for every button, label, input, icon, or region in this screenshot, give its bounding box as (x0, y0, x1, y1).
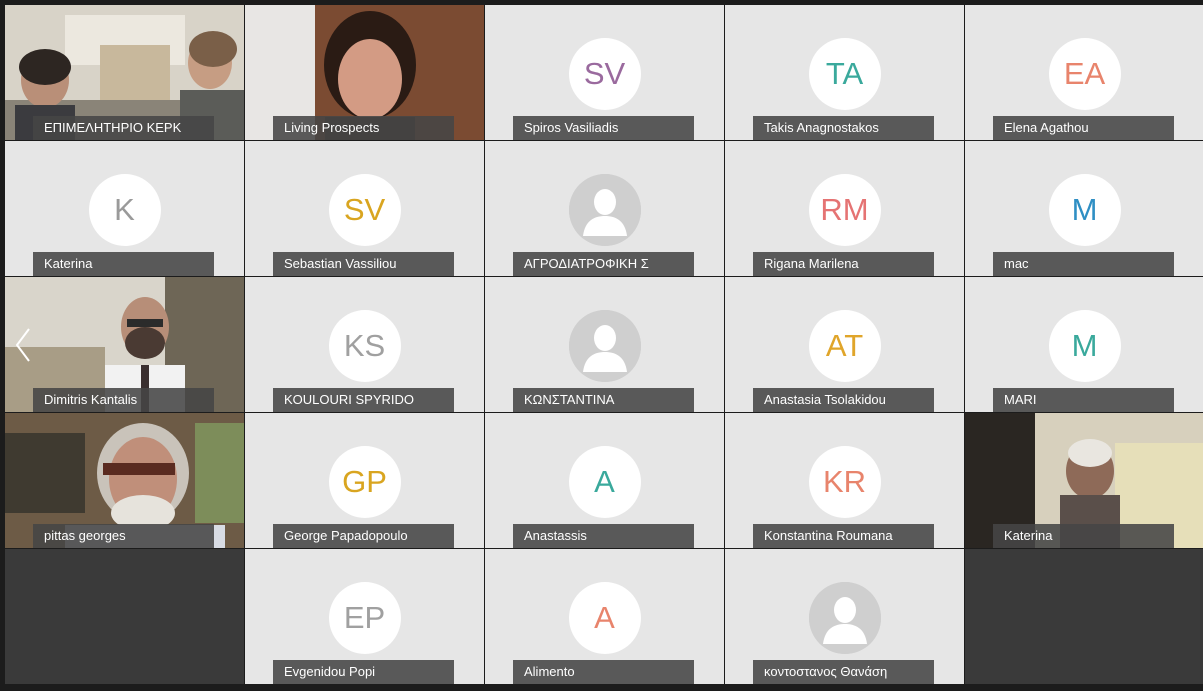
participant-name: MARI (993, 388, 1174, 412)
participant-name: pittas georges (33, 524, 214, 548)
participant-name: KOULOURI SPYRIDO (273, 388, 454, 412)
participant-tile[interactable]: ΚΩΝΣΤΑΝΤΙΝΑ (485, 277, 724, 412)
participant-tile[interactable]: AT Anastasia Tsolakidou (725, 277, 964, 412)
participant-name: Evgenidou Popi (273, 660, 454, 684)
participant-tile[interactable]: EA Elena Agathou (965, 5, 1203, 140)
default-avatar (568, 310, 641, 382)
initials-avatar: EA (1048, 38, 1121, 110)
participant-name: ΕΠΙΜΕΛΗΤΗΡΙΟ ΚΕΡΚ (33, 116, 214, 140)
participant-tile[interactable]: Katerina (965, 413, 1203, 548)
default-avatar (808, 582, 881, 654)
initials-avatar: M (1048, 310, 1121, 382)
participant-name: Dimitris Kantalis (33, 388, 214, 412)
empty-tile (5, 549, 244, 684)
participant-name: George Papadopoulo (273, 524, 454, 548)
initials-avatar: KR (808, 446, 881, 518)
initials-avatar: A (568, 446, 641, 518)
initials-avatar: EP (328, 582, 401, 654)
participant-name: Sebastian Vassiliou (273, 252, 454, 276)
participant-name: mac (993, 252, 1174, 276)
participant-tile[interactable]: GP George Papadopoulo (245, 413, 484, 548)
participant-tile[interactable]: TA Takis Anagnostakos (725, 5, 964, 140)
participant-tile[interactable]: Mmac (965, 141, 1203, 276)
participant-name: Katerina (33, 252, 214, 276)
participant-tile[interactable]: Living Prospects (245, 5, 484, 140)
default-avatar-icon (568, 310, 641, 382)
participant-tile[interactable]: SV Spiros Vasiliadis (485, 5, 724, 140)
initials-avatar: RM (808, 174, 881, 246)
initials-avatar: SV (568, 38, 641, 110)
initials-avatar: GP (328, 446, 401, 518)
participant-tile[interactable]: M MARI (965, 277, 1203, 412)
participant-name: Alimento (513, 660, 694, 684)
participant-tile[interactable]: A Anastassis (485, 413, 724, 548)
initials-avatar: AT (808, 310, 881, 382)
default-avatar-icon (808, 582, 881, 654)
participant-tile[interactable]: ΑΓΡΟΔΙΑΤΡΟΦΙΚΗ Σ (485, 141, 724, 276)
participant-tile[interactable]: pittas georges (5, 413, 244, 548)
initials-avatar: KS (328, 310, 401, 382)
participant-tile[interactable]: RM Rigana Marilena (725, 141, 964, 276)
participant-name: Katerina (993, 524, 1174, 548)
participant-tile[interactable]: KS KOULOURI SPYRIDO (245, 277, 484, 412)
participant-name: ΚΩΝΣΤΑΝΤΙΝΑ (513, 388, 694, 412)
participant-tile[interactable]: κοντοστανος Θανάση (725, 549, 964, 684)
initials-avatar: TA (808, 38, 881, 110)
participant-name: Anastassis (513, 524, 694, 548)
participant-name: ΑΓΡΟΔΙΑΤΡΟΦΙΚΗ Σ (513, 252, 694, 276)
participant-tile[interactable]: A Alimento (485, 549, 724, 684)
participant-name: Living Prospects (273, 116, 454, 140)
participant-tile[interactable]: SV Sebastian Vassiliou (245, 141, 484, 276)
previous-page-arrow-icon[interactable] (13, 327, 33, 363)
participant-name: Spiros Vasiliadis (513, 116, 694, 140)
participant-name: Konstantina Roumana (753, 524, 934, 548)
default-avatar (568, 174, 641, 246)
participant-tile[interactable]: EP Evgenidou Popi (245, 549, 484, 684)
empty-tile (965, 549, 1203, 684)
participant-grid: ΕΠΙΜΕΛΗΤΗΡΙΟ ΚΕΡΚ Living Prospects SV Spiro… (5, 5, 1203, 691)
initials-avatar: A (568, 582, 641, 654)
participant-tile[interactable]: K Katerina (5, 141, 244, 276)
participant-tile[interactable]: KR Konstantina Roumana (725, 413, 964, 548)
participant-name: Takis Anagnostakos (753, 116, 934, 140)
initials-avatar: SV (328, 174, 401, 246)
initials-avatar: K (88, 174, 161, 246)
participant-name: Anastasia Tsolakidou (753, 388, 934, 412)
initials-avatar: M (1048, 174, 1121, 246)
default-avatar-icon (568, 174, 641, 246)
participant-name: Elena Agathou (993, 116, 1174, 140)
participant-tile[interactable]: Dimitris Kantalis (5, 277, 244, 412)
participant-name: κοντοστανος Θανάση (753, 660, 934, 684)
participant-tile[interactable]: ΕΠΙΜΕΛΗΤΗΡΙΟ ΚΕΡΚ (5, 5, 244, 140)
participant-name: Rigana Marilena (753, 252, 934, 276)
